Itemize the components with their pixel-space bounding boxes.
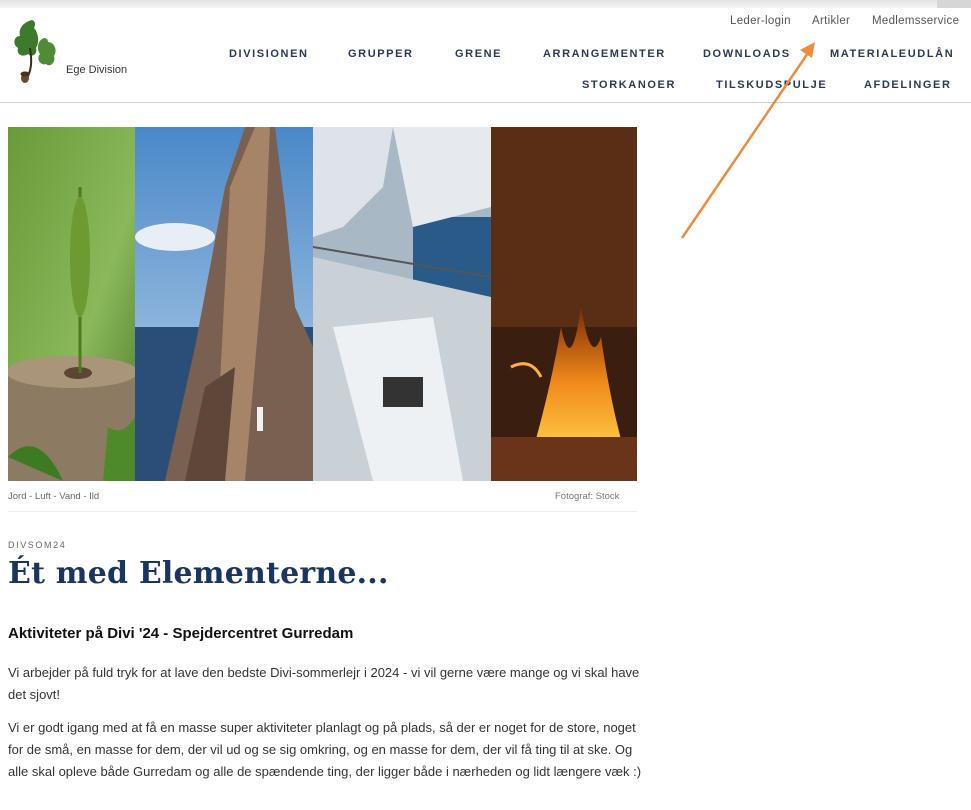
hero-caption: Jord - Luft - Vand - Ild <box>8 491 100 502</box>
article-paragraph-2: Vi er godt igang med at få en masse supe… <box>8 720 642 779</box>
hero-panel-fire <box>491 127 637 481</box>
nav-grene[interactable]: GRENE <box>455 48 502 60</box>
article-kicker: DIVSOM24 <box>8 540 67 550</box>
util-link-leder-login[interactable]: Leder-login <box>730 15 791 27</box>
nav-downloads[interactable]: DOWNLOADS <box>703 48 791 60</box>
nav-tilskudspulje[interactable]: TILSKUDSPULJE <box>716 79 827 91</box>
hero-panel-water <box>313 127 491 481</box>
util-link-artikler[interactable]: Artikler <box>812 15 850 27</box>
scrollbar-corner <box>937 0 971 8</box>
hero-image <box>8 127 637 481</box>
article-paragraph-1: Vi arbejder på fuld tryk for at lave den… <box>8 665 640 702</box>
article-subtitle: Aktiviteter på Divi '24 - Spejdercentret… <box>8 625 354 642</box>
logo-text[interactable]: Ege Division <box>66 64 127 76</box>
util-link-medlemsservice[interactable]: Medlemsservice <box>872 15 959 27</box>
caption-divider <box>8 511 637 512</box>
nav-divisionen[interactable]: DIVISIONEN <box>229 48 309 60</box>
nav-afdelinger[interactable]: AFDELINGER <box>864 79 952 91</box>
hero-credit: Fotograf: Stock <box>555 491 620 502</box>
nav-grupper[interactable]: GRUPPER <box>348 48 414 60</box>
browser-top-edge <box>0 0 971 8</box>
hero-panel-earth <box>8 127 135 481</box>
nav-arrangementer[interactable]: ARRANGEMENTER <box>543 48 666 60</box>
hero-panel-air <box>135 127 313 481</box>
nav-storkanoer[interactable]: STORKANOER <box>582 79 676 91</box>
nav-materialeudlaan[interactable]: MATERIALEUDLÅN <box>830 48 954 60</box>
oak-leaf-logo-icon[interactable] <box>10 18 60 86</box>
site-header: Ege Division Leder-login Artikler Medlem… <box>0 8 971 103</box>
article-title: Ét med Elementerne... <box>8 556 389 591</box>
